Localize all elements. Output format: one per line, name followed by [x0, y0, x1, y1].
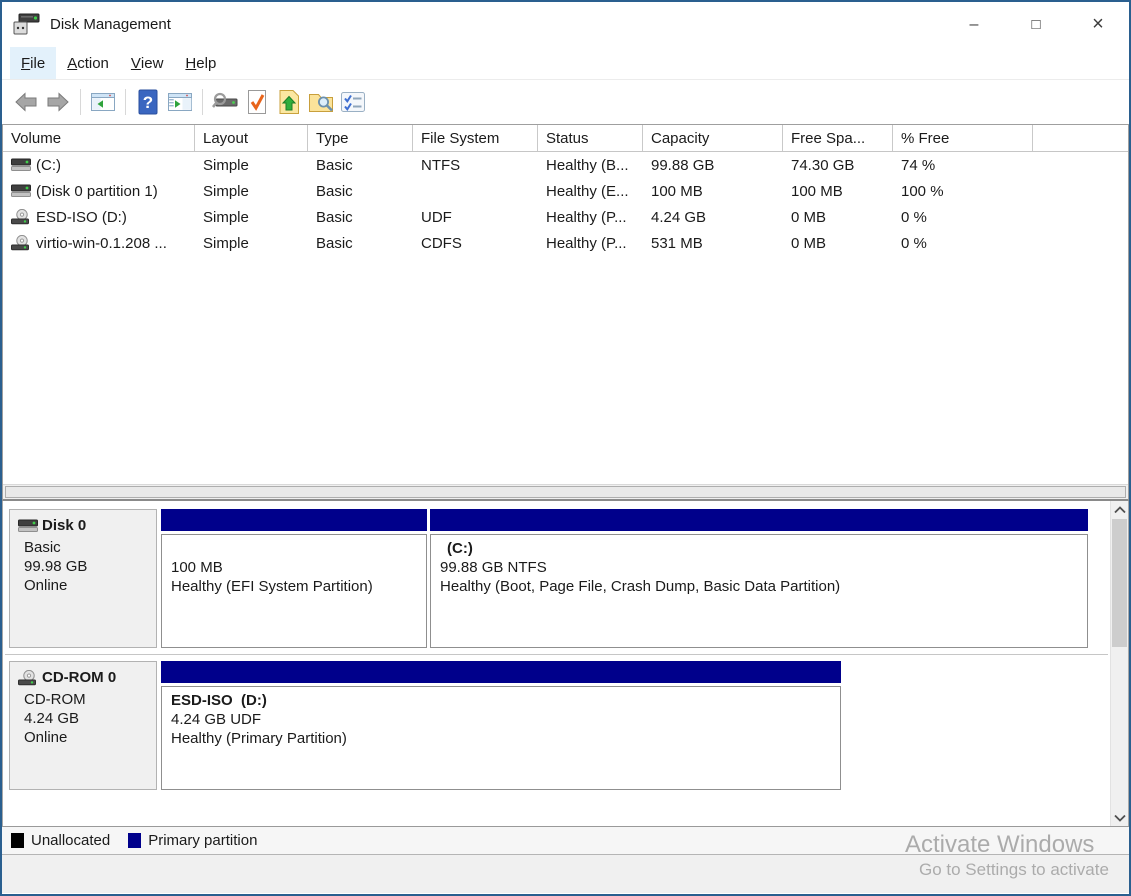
properties-list-icon: [340, 90, 366, 114]
legend-bar: Unallocated Primary partition: [2, 826, 1129, 855]
hard-disk-icon: [11, 157, 31, 173]
window-title: Disk Management: [50, 16, 171, 33]
volume-row-disk0-partition1[interactable]: (Disk 0 partition 1) Simple Basic Health…: [3, 178, 1128, 204]
rescan-disks-icon: [211, 90, 239, 114]
folder-search-button[interactable]: [305, 86, 337, 118]
partition-color-band: [430, 509, 1088, 531]
scroll-down-icon[interactable]: [1111, 809, 1129, 826]
cd-rom-icon: [11, 235, 31, 251]
volume-row-virtio-win[interactable]: virtio-win-0.1.208 ... Simple Basic CDFS…: [3, 230, 1128, 256]
disk-management-window: Disk Management – □ × File Action View H…: [0, 0, 1131, 896]
folder-up-button[interactable]: [273, 86, 305, 118]
toolbar-separator: [202, 89, 203, 115]
action-pane-icon: [167, 90, 193, 114]
folder-up-icon: [277, 89, 301, 115]
cd-rom-0-group: CD-ROM 0 CD-ROM 4.24 GB Online ESD-ISO (…: [7, 661, 1104, 793]
menu-file[interactable]: File: [10, 47, 56, 79]
horizontal-scrollbar[interactable]: [3, 484, 1128, 499]
column-header-layout[interactable]: Layout: [195, 125, 308, 151]
vertical-scrollbar[interactable]: [1110, 501, 1128, 826]
disk-0-group: Disk 0 Basic 99.98 GB Online 100 MB Heal…: [7, 509, 1104, 651]
toolbar-separator: [125, 89, 126, 115]
cd-rom-0-status: Online: [18, 728, 148, 747]
folder-search-icon: [308, 90, 334, 114]
volume-row-esd-iso[interactable]: ESD-ISO (D:) Simple Basic UDF Healthy (P…: [3, 204, 1128, 230]
column-header-free-space[interactable]: Free Spa...: [783, 125, 893, 151]
primary-partition-label: Primary partition: [148, 832, 257, 849]
column-header-percent-free[interactable]: % Free: [893, 125, 1033, 151]
show-console-tree-button[interactable]: [87, 86, 119, 118]
menu-help[interactable]: Help: [174, 47, 227, 79]
svg-text:?: ?: [143, 93, 153, 112]
check-document-icon: [246, 89, 268, 115]
partition-color-band: [161, 661, 841, 683]
partition-color-band: [161, 509, 427, 531]
forward-icon: [46, 90, 70, 114]
unallocated-swatch: [11, 833, 24, 848]
scroll-up-icon[interactable]: [1111, 501, 1129, 518]
disk-0-type: Basic: [18, 538, 148, 557]
show-action-pane-button[interactable]: [164, 86, 196, 118]
cd-rom-0-header[interactable]: CD-ROM 0 CD-ROM 4.24 GB Online: [9, 661, 157, 790]
hard-disk-icon: [18, 518, 38, 534]
close-button[interactable]: ×: [1067, 2, 1129, 47]
column-header-type[interactable]: Type: [308, 125, 413, 151]
forward-button[interactable]: [42, 86, 74, 118]
column-header-status[interactable]: Status: [538, 125, 643, 151]
column-header-volume[interactable]: Volume: [3, 125, 195, 151]
console-tree-icon: [90, 90, 116, 114]
disk-0-status: Online: [18, 576, 148, 595]
cd-rom-0-name: CD-ROM 0: [42, 669, 116, 686]
volume-list-header: Volume Layout Type File System Status Ca…: [3, 125, 1128, 152]
cd-rom-icon: [18, 670, 38, 686]
menu-bar: File Action View Help: [2, 47, 1129, 80]
volume-list-pane: Volume Layout Type File System Status Ca…: [2, 124, 1129, 501]
disk-0-header[interactable]: Disk 0 Basic 99.98 GB Online: [9, 509, 157, 648]
vertical-scrollbar-thumb[interactable]: [1112, 519, 1127, 647]
toolbar: ?: [2, 80, 1129, 124]
toolbar-separator: [80, 89, 81, 115]
disk-0-name: Disk 0: [42, 517, 86, 534]
column-header-filler: [1033, 125, 1128, 151]
primary-partition-swatch: [128, 833, 141, 848]
rescan-disks-button[interactable]: [209, 86, 241, 118]
titlebar: Disk Management – □ ×: [2, 2, 1129, 47]
window-controls: – □ ×: [943, 2, 1129, 47]
status-bar: [2, 855, 1129, 893]
properties-list-button[interactable]: [337, 86, 369, 118]
disk-group-separator: [5, 654, 1108, 655]
volume-row-c[interactable]: (C:) Simple Basic NTFS Healthy (B... 99.…: [3, 152, 1128, 178]
partition-d-esd-iso[interactable]: ESD-ISO (D:) 4.24 GB UDF Healthy (Primar…: [161, 661, 841, 790]
maximize-button[interactable]: □: [1005, 2, 1067, 47]
back-icon: [14, 90, 38, 114]
column-header-file-system[interactable]: File System: [413, 125, 538, 151]
horizontal-scrollbar-thumb[interactable]: [5, 486, 1126, 498]
partition-c-drive[interactable]: (C:) 99.88 GB NTFS Healthy (Boot, Page F…: [430, 509, 1088, 648]
help-button[interactable]: ?: [132, 86, 164, 118]
help-icon: ?: [137, 89, 159, 115]
column-header-capacity[interactable]: Capacity: [643, 125, 783, 151]
cd-rom-icon: [11, 209, 31, 225]
disk-graph-pane: Disk 0 Basic 99.98 GB Online 100 MB Heal…: [2, 501, 1129, 826]
partition-efi-system[interactable]: 100 MB Healthy (EFI System Partition): [161, 509, 427, 648]
disk-0-size: 99.98 GB: [18, 557, 148, 576]
unallocated-label: Unallocated: [31, 832, 110, 849]
hard-disk-icon: [11, 183, 31, 199]
back-button[interactable]: [10, 86, 42, 118]
check-disk-button[interactable]: [241, 86, 273, 118]
cd-rom-0-type: CD-ROM: [18, 690, 148, 709]
menu-view[interactable]: View: [120, 47, 175, 79]
disk-management-icon: [12, 12, 40, 38]
menu-action[interactable]: Action: [56, 47, 120, 79]
cd-rom-0-size: 4.24 GB: [18, 709, 148, 728]
minimize-button[interactable]: –: [943, 2, 1005, 47]
